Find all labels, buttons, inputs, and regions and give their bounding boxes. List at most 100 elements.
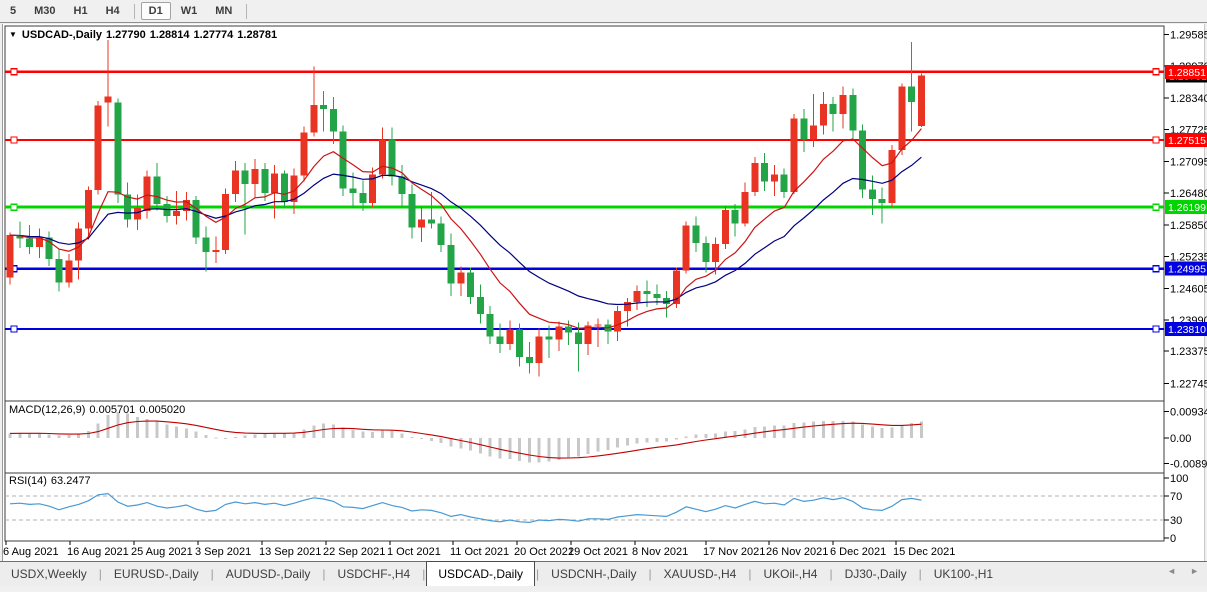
candle-body-up <box>84 190 92 229</box>
price-axis-label: 1.22745 <box>1170 378 1207 390</box>
macd-histogram-bar <box>704 434 708 438</box>
date-axis-label: 8 Nov 2021 <box>632 546 688 558</box>
candle-body-down <box>653 293 661 298</box>
chart-tab-ukoil-h4[interactable]: UKOil-,H4 <box>752 562 828 586</box>
macd-histogram-bar <box>194 431 198 438</box>
candle-body-up <box>555 326 563 340</box>
candle-body-down <box>388 139 396 177</box>
candle-body-up <box>712 243 720 263</box>
chart-tab-uk100-h1[interactable]: UK100-,H1 <box>923 562 1004 586</box>
timeframe-button-m30[interactable]: M30 <box>26 2 63 20</box>
date-axis-label: 3 Sep 2021 <box>195 546 251 558</box>
candle-body-up <box>231 170 239 194</box>
line-handle[interactable] <box>1152 264 1160 273</box>
candle-body-up <box>94 105 102 191</box>
level-price-label: 1.27515 <box>1168 135 1206 147</box>
macd-main-value: 0.005701 <box>89 404 136 416</box>
candle-body-down <box>329 109 337 132</box>
price-axis-label: 1.24605 <box>1170 283 1207 295</box>
level-price-label: 1.28851 <box>1168 67 1206 79</box>
date-axis-label: 22 Sep 2021 <box>323 546 385 558</box>
timeframe-button-d1[interactable]: D1 <box>140 2 171 20</box>
price-axis-label: 1.23375 <box>1170 346 1207 358</box>
candle-body-down <box>525 357 533 364</box>
candle-body-down <box>574 332 582 344</box>
chart-tab-usdcnh-daily[interactable]: USDCNH-,Daily <box>540 562 647 586</box>
candle-body-down <box>202 237 210 252</box>
timeframe-button-5[interactable]: 5 <box>2 2 24 20</box>
chart-tab-xauusd-h4[interactable]: XAUUSD-,H4 <box>653 562 748 586</box>
timeframe-button-mn[interactable]: MN <box>207 2 240 20</box>
candle-body-down <box>702 242 710 263</box>
macd-histogram-bar <box>772 425 776 438</box>
macd-histogram-bar <box>351 430 355 438</box>
macd-histogram-bar <box>557 438 561 460</box>
symbol-dropdown-icon[interactable]: ▼ <box>9 30 17 39</box>
macd-histogram-bar <box>821 421 825 438</box>
rsi-indicator-label: RSI(14) 63.2477 <box>9 475 91 487</box>
candle-body-up <box>682 225 690 271</box>
candle-body-down <box>761 163 769 182</box>
toolbar-separator <box>246 3 248 19</box>
candle-body-down <box>516 329 524 358</box>
line-handle[interactable] <box>1152 325 1160 333</box>
macd-histogram-bar <box>831 421 835 438</box>
macd-histogram-bar <box>253 434 257 438</box>
chart-tab-dj30-daily[interactable]: DJ30-,Daily <box>834 562 918 586</box>
candle-body-down <box>261 168 269 193</box>
line-handle[interactable] <box>1152 136 1160 144</box>
date-axis-label: 25 Aug 2021 <box>131 546 193 558</box>
macd-axis-label: 0.009345 <box>1170 406 1207 418</box>
candle-body-down <box>398 176 406 194</box>
macd-histogram-bar <box>390 431 394 438</box>
date-axis-label: 17 Nov 2021 <box>703 546 765 558</box>
macd-histogram-bar <box>527 438 531 463</box>
macd-histogram-bar <box>67 435 71 438</box>
line-handle[interactable] <box>1152 68 1160 76</box>
candle-body-up <box>819 104 827 126</box>
line-handle[interactable] <box>10 136 18 144</box>
macd-histogram-bar <box>635 438 639 444</box>
candle-body-down <box>731 210 739 224</box>
candle-body-down <box>859 130 867 190</box>
macd-axis-label: 0.00 <box>1170 433 1191 445</box>
date-axis-label: 6 Aug 2021 <box>3 546 59 558</box>
macd-indicator-label: MACD(12,26,9) 0.005701 0.005020 <box>9 404 185 416</box>
candle-body-up <box>770 174 778 182</box>
chart-background <box>3 24 1204 561</box>
price-axis-label: 1.29585 <box>1170 29 1207 41</box>
macd-histogram-bar <box>204 435 208 438</box>
candle-body-down <box>192 199 200 238</box>
chart-tab-usdx-weekly[interactable]: USDX,Weekly <box>0 562 98 586</box>
macd-histogram-bar <box>37 433 41 438</box>
macd-histogram-bar <box>410 436 414 438</box>
date-axis-label: 6 Dec 2021 <box>830 546 886 558</box>
chart-tab-eurusd-daily[interactable]: EURUSD-,Daily <box>103 562 210 586</box>
macd-histogram-bar <box>733 431 737 438</box>
tab-scroll-left-icon[interactable]: ◄ <box>1167 566 1176 576</box>
line-handle[interactable] <box>10 325 18 333</box>
tab-scroll-right-icon[interactable]: ► <box>1190 566 1199 576</box>
line-handle[interactable] <box>10 203 18 211</box>
candle-body-up <box>751 163 759 192</box>
candle-body-up <box>212 249 220 252</box>
macd-histogram-bar <box>331 424 335 438</box>
macd-histogram-bar <box>135 416 139 438</box>
macd-histogram-bar <box>861 424 865 438</box>
macd-histogram-bar <box>282 433 286 438</box>
timeframe-button-h4[interactable]: H4 <box>98 2 128 20</box>
level-price-label: 1.24995 <box>1168 264 1206 276</box>
rsi-name: RSI(14) <box>9 475 47 487</box>
timeframe-button-h1[interactable]: H1 <box>66 2 96 20</box>
timeframe-button-w1[interactable]: W1 <box>173 2 206 20</box>
chart-tab-audusd-daily[interactable]: AUDUSD-,Daily <box>215 562 322 586</box>
candle-body-down <box>427 219 435 224</box>
date-axis-label: 20 Oct 2021 <box>514 546 574 558</box>
chart-tab-usdcad-daily[interactable]: USDCAD-,Daily <box>426 561 536 586</box>
line-handle[interactable] <box>1152 203 1160 211</box>
line-handle[interactable] <box>10 68 18 76</box>
macd-histogram-bar <box>694 434 698 438</box>
candle-body-down <box>408 193 416 228</box>
chart-tab-usdchf-h4[interactable]: USDCHF-,H4 <box>327 562 422 586</box>
chart-high-value: 1.28814 <box>149 29 190 41</box>
